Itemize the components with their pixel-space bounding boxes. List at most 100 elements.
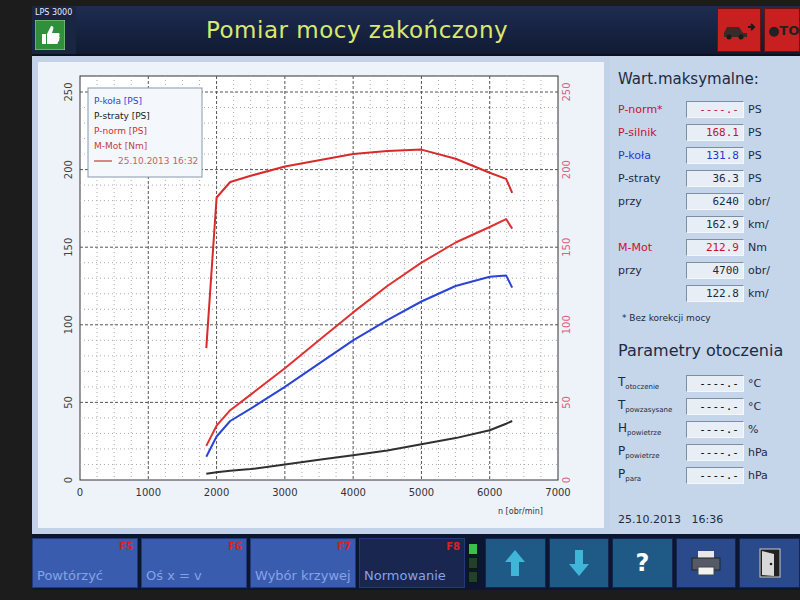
- grid: [80, 76, 558, 480]
- y2-tick: 100: [561, 315, 572, 334]
- results-panel: Wart.maksymalne:P-norm*----.-PSP-silnik1…: [610, 56, 800, 534]
- x-tick: 7000: [545, 487, 570, 498]
- maxima-unit: obr/: [748, 264, 770, 277]
- printer-icon: [689, 549, 723, 577]
- key-caption: Normowanie: [364, 569, 460, 585]
- environment-value: ----.-: [686, 467, 744, 484]
- legend-item: P-koła [PS]: [94, 96, 142, 106]
- key-caption: Oś x = v: [146, 569, 242, 585]
- thumbs-up-icon[interactable]: [35, 20, 65, 50]
- environment-unit: hPa: [748, 446, 768, 459]
- maxima-unit: PS: [748, 103, 762, 116]
- environment-unit: hPa: [748, 469, 768, 482]
- main-area: 0501001502002500501001502002500100020003…: [32, 56, 800, 534]
- toolbar: ●TO: [713, 6, 800, 54]
- maxima-value: 168.1: [686, 124, 744, 141]
- maxima-label: przy: [618, 195, 682, 208]
- key-label: F7: [337, 541, 351, 553]
- y-tick: 50: [63, 396, 74, 409]
- environment-label: Tpowzasysane: [618, 398, 682, 414]
- environment-unit: %: [748, 423, 758, 436]
- maxima-unit: km/: [748, 287, 769, 300]
- maxima-label: P-koła: [618, 149, 682, 162]
- window-title: Pomiar mocy zakończony: [76, 6, 713, 54]
- maxima-value: ----.-: [686, 101, 744, 118]
- symbol: P: [618, 467, 625, 481]
- key-label: F6: [228, 541, 242, 553]
- series-line: [206, 150, 512, 349]
- function-key[interactable]: F5 Powtórzyć: [32, 538, 138, 588]
- function-key[interactable]: F6 Oś x = v: [141, 538, 247, 588]
- key-caption: Powtórzyć: [37, 569, 133, 585]
- title-bar: LPS 3000 Pomiar mocy zakończony ●TO: [32, 6, 800, 56]
- environment-row: Tpowzasysane----.- °C: [618, 397, 794, 416]
- legend-item: M-Mot [Nm]: [94, 141, 147, 151]
- series-line: [206, 421, 512, 474]
- x-axis-label: n [obr/min]: [498, 507, 543, 516]
- function-key[interactable]: F8 Normowanie: [359, 538, 465, 588]
- y-tick: 0: [63, 477, 74, 483]
- environment-unit: °C: [748, 400, 761, 413]
- environment-value: ----.-: [686, 444, 744, 461]
- door-icon: [757, 547, 783, 579]
- environment-row: Totoczenie----.-°C: [618, 374, 794, 393]
- key-label: F8: [446, 541, 460, 553]
- app-badge: LPS 3000: [32, 6, 76, 54]
- maxima-unit: PS: [748, 172, 762, 185]
- maxima-unit: obr/: [748, 195, 770, 208]
- environment-row: Hpowietrze----.-%: [618, 420, 794, 439]
- x-tick: 2000: [204, 487, 229, 498]
- y2-tick: 150: [561, 238, 572, 257]
- key-caption: Wybór krzywej: [255, 569, 351, 585]
- vehicle-button[interactable]: [717, 8, 761, 52]
- legend-item: P-straty [PS]: [94, 111, 150, 121]
- indicator: [468, 538, 482, 588]
- x-tick: 1000: [136, 487, 161, 498]
- function-key[interactable]: F7 Wybór krzywej: [250, 538, 356, 588]
- maxima-row: P-koła131.8PS: [618, 146, 794, 165]
- environment-unit: °C: [748, 377, 761, 390]
- timestamp: 25.10.2013 16:36: [618, 513, 794, 528]
- key-label: F5: [119, 541, 133, 553]
- environment-label: Ppowietrze: [618, 444, 682, 460]
- plot-area: [80, 76, 558, 480]
- environment-label: Hpowietrze: [618, 421, 682, 437]
- car-icon: [722, 19, 756, 41]
- maxima-row: przy 6240 obr/: [618, 192, 794, 211]
- x-tick: 4000: [340, 487, 365, 498]
- maxima-unit: Nm: [748, 241, 767, 254]
- legend-item: P-norm [PS]: [94, 126, 147, 136]
- maxima-row: P-silnik168.1PS: [618, 123, 794, 142]
- maxima-row: przy4700obr/: [618, 261, 794, 280]
- indicator-segment: [468, 557, 478, 569]
- legend-line-icon: [94, 160, 112, 162]
- series-line: [206, 219, 512, 446]
- symbol: P: [618, 444, 625, 458]
- note: * Bez korekcji mocy: [622, 313, 794, 323]
- exit-button[interactable]: [739, 538, 800, 588]
- maxima-value: 131.8: [686, 147, 744, 164]
- symbol: H: [618, 421, 627, 435]
- maxima-value: 162.9: [686, 216, 744, 233]
- maxima-label: P-straty: [618, 172, 682, 185]
- environment-value: ----.-: [686, 398, 744, 415]
- series-line: [206, 275, 512, 456]
- print-button[interactable]: [676, 538, 737, 588]
- help-glyph: ?: [636, 549, 650, 577]
- y-tick: 250: [63, 82, 74, 101]
- subscript: powietrze: [627, 430, 661, 438]
- indicator-segment: [468, 571, 478, 583]
- maxima-row: 122.8km/: [618, 284, 794, 303]
- function-bar: F5 Powtórzyć F6 Oś x = v F7 Wybór krzywej F8 No…: [32, 534, 800, 590]
- stop-button[interactable]: ●TO: [764, 8, 800, 52]
- scroll-down-button[interactable]: [549, 538, 610, 588]
- scroll-up-button[interactable]: [485, 538, 546, 588]
- help-button[interactable]: ?: [612, 538, 673, 588]
- subscript: para: [625, 476, 641, 484]
- chart-panel: 0501001502002500501001502002500100020003…: [32, 56, 610, 534]
- subscript: otoczenie: [625, 384, 659, 392]
- maxima-value: 6240: [686, 193, 744, 210]
- y2-tick: 0: [561, 477, 572, 483]
- app-name: LPS 3000: [35, 8, 72, 18]
- subscript: powietrze: [625, 453, 659, 461]
